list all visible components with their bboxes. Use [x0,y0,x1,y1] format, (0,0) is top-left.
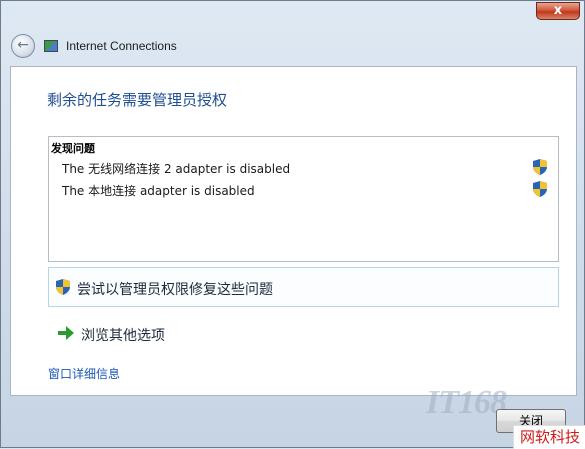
uac-shield-icon [56,279,70,295]
corner-caption: 网软科技 [513,425,585,449]
problems-list: 发现问题 The 无线网络连接 2 adapter is disabled Th… [48,136,559,262]
problem-item[interactable]: The 无线网络连接 2 adapter is disabled [49,157,558,177]
navigation-bar: ← Internet Connections [1,31,585,63]
problem-item[interactable]: The 本地连接 adapter is disabled [49,179,558,199]
watermark-logo: IT168 [426,384,507,421]
window-details-link[interactable]: 窗口详细信息 [48,365,120,382]
fix-option-label: 尝试以管理员权限修复这些问题 [77,282,273,298]
problems-title: 发现问题 [51,142,95,155]
close-icon: x [553,3,563,18]
back-arrow-icon: ← [17,37,29,53]
back-button[interactable]: ← [11,34,35,58]
content-panel: 剩余的任务需要管理员授权 发现问题 The 无线网络连接 2 adapter i… [10,66,577,396]
problem-text: The 本地连接 adapter is disabled [62,184,255,198]
problem-text: The 无线网络连接 2 adapter is disabled [62,162,291,176]
uac-shield-icon [533,181,547,197]
browse-other-options[interactable]: 浏览其他选项 [81,325,165,345]
page-heading: 剩余的任务需要管理员授权 [47,91,228,109]
window-close-button[interactable]: x [536,2,580,20]
dialog-window: x ← Internet Connections 剩余的任务需要管理员授权 发现… [0,0,585,449]
uac-shield-icon [533,159,547,175]
fix-as-admin-option[interactable]: 尝试以管理员权限修复这些问题 [48,267,559,307]
network-icon [44,40,58,52]
title-bar: x [1,1,585,31]
green-arrow-icon [58,326,74,340]
window-title: Internet Connections [66,39,177,53]
